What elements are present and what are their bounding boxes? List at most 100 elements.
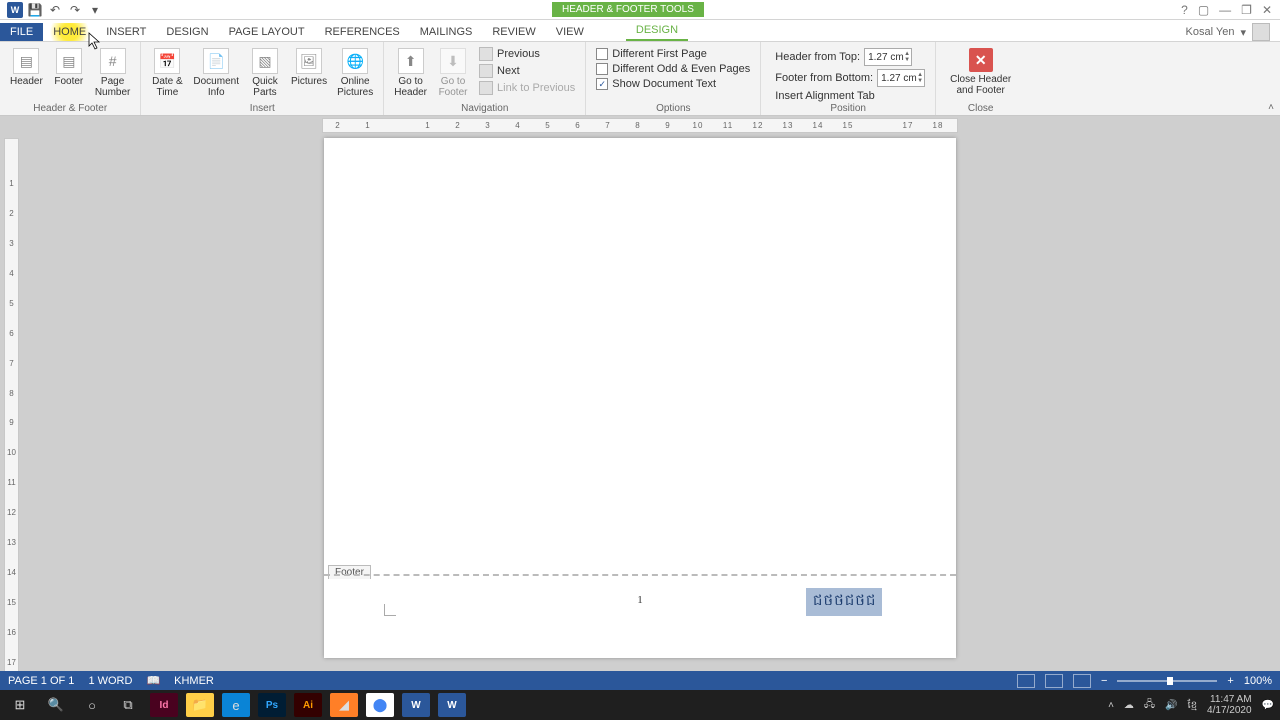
insert-alignment-tab-button[interactable]: Insert Alignment Tab bbox=[771, 90, 925, 102]
collapse-ribbon-icon[interactable]: ˄ bbox=[1268, 102, 1274, 113]
tab-design[interactable]: DESIGN bbox=[156, 23, 218, 41]
previous-button[interactable]: Previous bbox=[475, 46, 579, 62]
start-button[interactable]: ⊞ bbox=[6, 693, 34, 717]
close-window-icon[interactable]: ✕ bbox=[1262, 3, 1272, 17]
spinner-icon[interactable]: ▲▼ bbox=[904, 51, 910, 63]
pictures-icon: 🖼 bbox=[296, 48, 322, 74]
tray-volume-icon[interactable]: 🔊 bbox=[1165, 700, 1177, 711]
page-number-button[interactable]: #Page Number bbox=[91, 44, 135, 98]
status-bar: PAGE 1 OF 1 1 WORD 📖 KHMER − + 100% bbox=[0, 671, 1280, 690]
show-document-text-checkbox[interactable]: ✓Show Document Text bbox=[596, 78, 750, 90]
tray-ime-icon[interactable]: ខ្មែ bbox=[1188, 698, 1198, 713]
web-layout-icon[interactable] bbox=[1073, 674, 1091, 688]
redo-icon[interactable]: ↷ bbox=[66, 1, 84, 19]
title-bar: W 💾 ↶ ↷ ▾ Document8 - Word HEADER & FOOT… bbox=[0, 0, 1280, 20]
illustrator-icon[interactable]: Ai bbox=[294, 693, 322, 717]
document-page[interactable]: Footer 1 ជថថជថជ bbox=[324, 138, 956, 658]
goto-footer-button[interactable]: ⬇Go to Footer bbox=[433, 44, 473, 98]
previous-icon bbox=[479, 47, 493, 61]
chrome-icon[interactable]: ⬤ bbox=[366, 693, 394, 717]
document-info-button[interactable]: 📄Document Info bbox=[189, 44, 243, 98]
read-mode-icon[interactable] bbox=[1017, 674, 1035, 688]
app-orange-icon[interactable]: ◢ bbox=[330, 693, 358, 717]
status-page[interactable]: PAGE 1 OF 1 bbox=[8, 675, 74, 687]
zoom-thumb[interactable] bbox=[1167, 677, 1173, 685]
photoshop-icon[interactable]: Ps bbox=[258, 693, 286, 717]
word-taskbar-icon-2[interactable]: W bbox=[438, 693, 466, 717]
status-spell-icon[interactable]: 📖 bbox=[146, 674, 160, 687]
tab-review[interactable]: REVIEW bbox=[482, 23, 545, 41]
tab-view[interactable]: VIEW bbox=[546, 23, 594, 41]
group-header-footer: ▤Header ▤Footer #Page Number Header & Fo… bbox=[0, 42, 141, 115]
zoom-out-icon[interactable]: − bbox=[1101, 675, 1107, 687]
tab-references[interactable]: REFERENCES bbox=[315, 23, 410, 41]
save-icon[interactable]: 💾 bbox=[26, 1, 44, 19]
different-odd-even-checkbox[interactable]: Different Odd & Even Pages bbox=[596, 63, 750, 75]
quick-parts-button[interactable]: ▧Quick Parts bbox=[245, 44, 285, 98]
checkbox-icon bbox=[596, 48, 608, 60]
status-language[interactable]: KHMER bbox=[174, 675, 214, 687]
footer-button[interactable]: ▤Footer bbox=[49, 44, 89, 87]
tab-header-footer-design[interactable]: DESIGN bbox=[626, 21, 688, 41]
print-layout-icon[interactable] bbox=[1045, 674, 1063, 688]
zoom-slider[interactable] bbox=[1117, 680, 1217, 682]
task-view-icon[interactable]: ⧉ bbox=[114, 693, 142, 717]
goto-header-button[interactable]: ⬆Go to Header bbox=[390, 44, 431, 98]
footer-from-bottom-input[interactable]: 1.27 cm▲▼ bbox=[877, 69, 925, 87]
calendar-icon: 📅 bbox=[154, 48, 180, 74]
notifications-icon[interactable]: 💬 bbox=[1262, 700, 1274, 711]
pictures-button[interactable]: 🖼Pictures bbox=[287, 44, 331, 87]
next-button[interactable]: Next bbox=[475, 63, 579, 79]
search-icon[interactable]: 🔍 bbox=[42, 693, 70, 717]
clock[interactable]: 11:47 AM 4/17/2020 bbox=[1207, 694, 1252, 716]
tab-file[interactable]: FILE bbox=[0, 23, 43, 41]
link-icon bbox=[479, 81, 493, 95]
footer-icon: ▤ bbox=[56, 48, 82, 74]
tray-chevron-icon[interactable]: ˄ bbox=[1108, 700, 1114, 711]
tab-home[interactable]: HOME bbox=[43, 23, 96, 41]
status-word-count[interactable]: 1 WORD bbox=[88, 675, 132, 687]
date-time-button[interactable]: 📅Date & Time bbox=[147, 44, 187, 98]
group-options: Different First Page Different Odd & Eve… bbox=[586, 42, 761, 115]
header-from-top-row: Header from Top: 1.27 cm▲▼ bbox=[771, 48, 925, 66]
horizontal-ruler[interactable]: 211234567891011121314151718 bbox=[322, 118, 958, 133]
tab-insert[interactable]: INSERT bbox=[96, 23, 156, 41]
tray-network-icon[interactable]: 🖧 bbox=[1144, 697, 1155, 714]
minimize-icon[interactable]: — bbox=[1219, 3, 1231, 17]
group-insert: 📅Date & Time 📄Document Info ▧Quick Parts… bbox=[141, 42, 384, 115]
goto-header-icon: ⬆ bbox=[398, 48, 424, 74]
header-button[interactable]: ▤Header bbox=[6, 44, 47, 87]
online-pictures-button[interactable]: 🌐Online Pictures bbox=[333, 44, 377, 98]
footer-page-number[interactable]: 1 bbox=[637, 594, 643, 606]
cortana-icon[interactable]: ○ bbox=[78, 693, 106, 717]
zoom-in-icon[interactable]: + bbox=[1227, 675, 1233, 687]
vertical-ruler[interactable]: 1234567891011121314151617 bbox=[4, 138, 19, 678]
tab-page-layout[interactable]: PAGE LAYOUT bbox=[219, 23, 315, 41]
different-first-page-checkbox[interactable]: Different First Page bbox=[596, 48, 750, 60]
header-from-top-input[interactable]: 1.27 cm▲▼ bbox=[864, 48, 912, 66]
user-dropdown-icon: ▾ bbox=[1240, 26, 1246, 39]
checkbox-icon: ✓ bbox=[596, 78, 608, 90]
footer-from-bottom-row: Footer from Bottom: 1.27 cm▲▼ bbox=[771, 69, 925, 87]
file-explorer-icon[interactable]: 📁 bbox=[186, 693, 214, 717]
zoom-level[interactable]: 100% bbox=[1244, 675, 1272, 687]
tray-cloud-icon[interactable]: ☁ bbox=[1124, 700, 1134, 711]
restore-icon[interactable]: ❐ bbox=[1241, 3, 1252, 17]
word-taskbar-icon[interactable]: W bbox=[402, 693, 430, 717]
close-header-footer-button[interactable]: ✕ Close Header and Footer bbox=[942, 44, 1019, 96]
ribbon-tabs: FILE HOME INSERT DESIGN PAGE LAYOUT REFE… bbox=[0, 20, 1280, 42]
word-app-icon[interactable]: W bbox=[6, 1, 24, 19]
spinner-icon[interactable]: ▲▼ bbox=[917, 72, 923, 84]
help-icon[interactable]: ? bbox=[1181, 3, 1188, 17]
qat-customize-icon[interactable]: ▾ bbox=[86, 1, 104, 19]
group-close: ✕ Close Header and Footer Close bbox=[936, 42, 1025, 115]
edge-icon[interactable]: e bbox=[222, 693, 250, 717]
next-icon bbox=[479, 64, 493, 78]
group-position: Header from Top: 1.27 cm▲▼ Footer from B… bbox=[761, 42, 936, 115]
indesign-icon[interactable]: Id bbox=[150, 693, 178, 717]
user-account[interactable]: Kosal Yen ▾ bbox=[1186, 23, 1280, 41]
footer-right-selected-text[interactable]: ជថថជថជ bbox=[806, 588, 882, 616]
ribbon-display-icon[interactable]: ▢ bbox=[1198, 3, 1209, 17]
tab-mailings[interactable]: MAILINGS bbox=[410, 23, 483, 41]
undo-icon[interactable]: ↶ bbox=[46, 1, 64, 19]
